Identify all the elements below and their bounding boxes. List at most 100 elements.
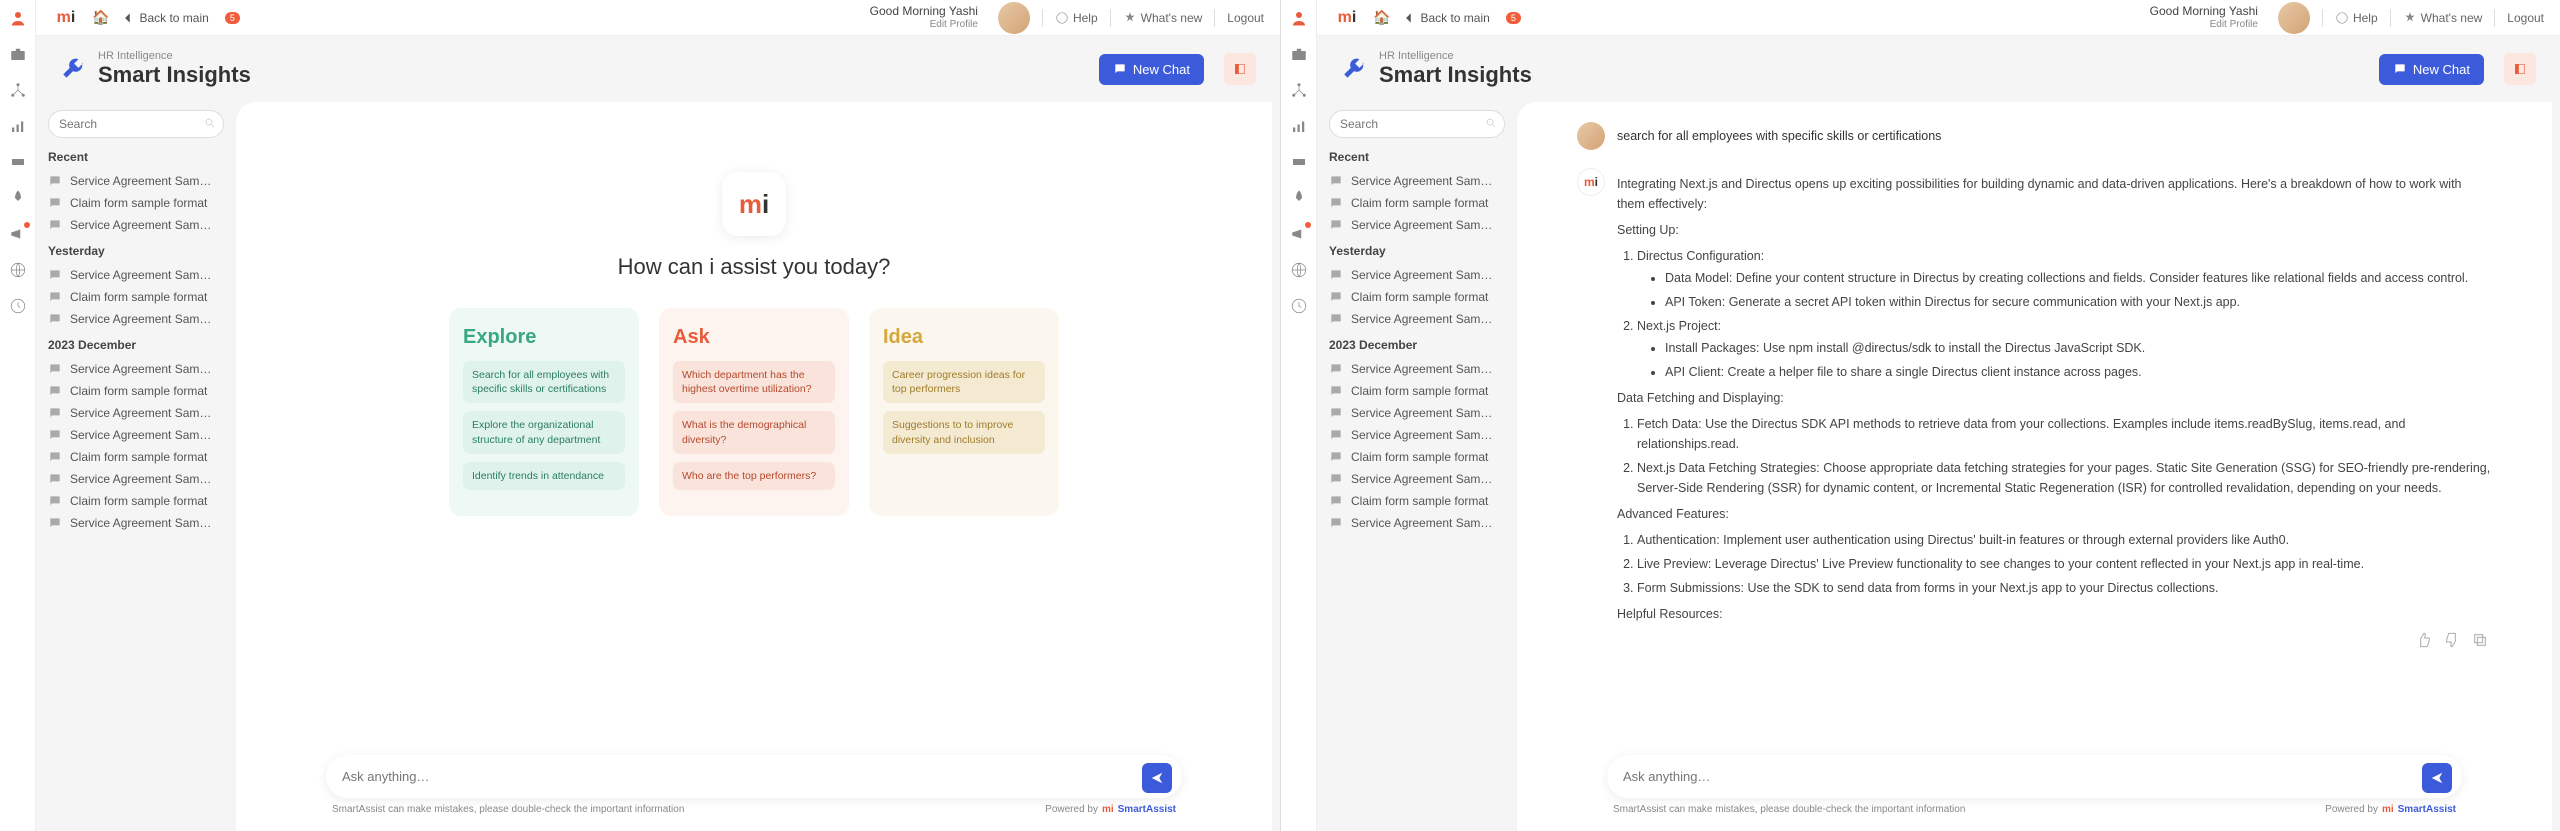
nav-ticket-icon[interactable]	[8, 152, 28, 172]
history-item[interactable]: Claim form sample format	[1329, 446, 1505, 468]
help-link[interactable]: Help	[2335, 11, 2378, 25]
page-title: Smart Insights	[98, 62, 251, 88]
thumbs-down-icon[interactable]	[2444, 632, 2460, 648]
wrench-icon	[60, 56, 86, 82]
panel-toggle-button[interactable]	[1224, 53, 1256, 85]
page-subtitle: HR Intelligence	[98, 50, 251, 62]
logout-link[interactable]: Logout	[1227, 11, 1264, 25]
history-item[interactable]: Service Agreement Sam…	[1329, 512, 1505, 534]
nav-megaphone-icon[interactable]	[8, 224, 28, 244]
send-button[interactable]	[1142, 763, 1172, 793]
nav-globe-icon[interactable]	[8, 260, 28, 280]
search-icon	[204, 117, 216, 129]
history-item[interactable]: Service Agreement Sam…	[48, 468, 224, 490]
bot-avatar: mi	[1577, 168, 1605, 196]
whats-new-link[interactable]: What's new	[2403, 11, 2483, 25]
history-item[interactable]: Service Agreement Sam…	[1329, 402, 1505, 424]
powered-by: Powered by mi SmartAssist	[1045, 804, 1176, 815]
user-avatar[interactable]	[998, 2, 1030, 34]
history-item[interactable]: Service Agreement Sam…	[48, 402, 224, 424]
history-item[interactable]: Service Agreement Sam…	[48, 214, 224, 236]
history-item[interactable]: Claim form sample format	[48, 192, 224, 214]
suggestion-pill[interactable]: Which department has the highest overtim…	[673, 361, 835, 403]
back-button[interactable]: Back to main	[121, 11, 208, 25]
search-icon	[1485, 117, 1497, 129]
nav-rocket-icon[interactable]	[8, 188, 28, 208]
nav-clock-icon[interactable]	[8, 296, 28, 316]
history-item[interactable]: Service Agreement Sam…	[1329, 264, 1505, 286]
copy-icon[interactable]	[2472, 632, 2488, 648]
chat-input[interactable]	[326, 755, 1182, 798]
page-header: HR Intelligence Smart Insights New Chat	[36, 36, 1280, 102]
back-button[interactable]: Back to main	[1402, 11, 1489, 25]
thumbs-up-icon[interactable]	[2416, 632, 2432, 648]
history-item[interactable]: Service Agreement Sam…	[1329, 358, 1505, 380]
search-input[interactable]	[1329, 110, 1505, 138]
logout-link[interactable]: Logout	[2507, 11, 2544, 25]
nav-bars-icon[interactable]	[1289, 116, 1309, 136]
nav-rocket-icon[interactable]	[1289, 188, 1309, 208]
nav-briefcase-icon[interactable]	[8, 44, 28, 64]
history-item[interactable]: Service Agreement Sam…	[48, 358, 224, 380]
suggestion-pill[interactable]: Identify trends in attendance	[463, 462, 625, 490]
nav-user-icon[interactable]	[1289, 8, 1309, 28]
chat-input[interactable]	[1607, 755, 2462, 798]
history-item[interactable]: Service Agreement Sam…	[48, 512, 224, 534]
whats-new-link[interactable]: What's new	[1123, 11, 1203, 25]
powered-by: Powered by mi SmartAssist	[2325, 804, 2456, 815]
history-item[interactable]: Claim form sample format	[48, 380, 224, 402]
notification-badge[interactable]: 5	[225, 12, 240, 24]
nav-megaphone-icon[interactable]	[1289, 224, 1309, 244]
nav-org-icon[interactable]	[1289, 80, 1309, 100]
feedback-row	[1617, 632, 2492, 648]
home-icon[interactable]: 🏠	[1373, 9, 1390, 26]
user-avatar[interactable]	[2278, 2, 2310, 34]
suggestion-pill[interactable]: Who are the top performers?	[673, 462, 835, 490]
history-item[interactable]: Service Agreement Sam…	[1329, 424, 1505, 446]
new-chat-button[interactable]: New Chat	[2379, 54, 2484, 85]
history-item[interactable]: Claim form sample format	[1329, 490, 1505, 512]
history-item[interactable]: Service Agreement Sam…	[1329, 170, 1505, 192]
history-item[interactable]: Claim form sample format	[1329, 192, 1505, 214]
suggestion-pill[interactable]: Suggestions to to improve diversity and …	[883, 411, 1045, 453]
user-message: search for all employees with specific s…	[1577, 122, 2492, 150]
search-input[interactable]	[48, 110, 224, 138]
history-item[interactable]: Claim form sample format	[48, 286, 224, 308]
suggestion-pill[interactable]: Search for all employees with specific s…	[463, 361, 625, 403]
edit-profile-link[interactable]: Edit Profile	[2150, 19, 2258, 31]
bot-text: Integrating Next.js and Directus opens u…	[1617, 168, 2492, 648]
history-group-title: Yesterday	[48, 244, 224, 258]
edit-profile-link[interactable]: Edit Profile	[870, 19, 978, 31]
history-item[interactable]: Service Agreement Sam…	[1329, 214, 1505, 236]
history-item[interactable]: Service Agreement Sam…	[48, 170, 224, 192]
nav-briefcase-icon[interactable]	[1289, 44, 1309, 64]
suggestion-pill[interactable]: Career progression ideas for top perform…	[883, 361, 1045, 403]
nav-bars-icon[interactable]	[8, 116, 28, 136]
history-item[interactable]: Service Agreement Sam…	[48, 264, 224, 286]
notification-badge[interactable]: 5	[1506, 12, 1521, 24]
history-item[interactable]: Service Agreement Sam…	[48, 308, 224, 330]
history-item[interactable]: Claim form sample format	[1329, 286, 1505, 308]
history-item[interactable]: Service Agreement Sam…	[48, 424, 224, 446]
history-item[interactable]: Service Agreement Sam…	[1329, 308, 1505, 330]
topbar: mi 🏠 Back to main 5 Good Morning Yashi E…	[36, 0, 1280, 36]
new-chat-button[interactable]: New Chat	[1099, 54, 1204, 85]
history-item[interactable]: Claim form sample format	[1329, 380, 1505, 402]
suggestion-pill[interactable]: Explore the organizational structure of …	[463, 411, 625, 453]
history-item[interactable]: Claim form sample format	[48, 490, 224, 512]
nav-globe-icon[interactable]	[1289, 260, 1309, 280]
user-avatar-small	[1577, 122, 1605, 150]
help-link[interactable]: Help	[1055, 11, 1098, 25]
history-item[interactable]: Service Agreement Sam…	[1329, 468, 1505, 490]
nav-clock-icon[interactable]	[1289, 296, 1309, 316]
history-item[interactable]: Claim form sample format	[48, 446, 224, 468]
nav-ticket-icon[interactable]	[1289, 152, 1309, 172]
history-group-title: 2023 December	[1329, 338, 1505, 352]
nav-org-icon[interactable]	[8, 80, 28, 100]
suggestion-pill[interactable]: What is the demographical diversity?	[673, 411, 835, 453]
nav-user-icon[interactable]	[8, 8, 28, 28]
panel-toggle-button[interactable]	[2504, 53, 2536, 85]
send-button[interactable]	[2422, 763, 2452, 793]
home-icon[interactable]: 🏠	[92, 9, 109, 26]
main-content: search for all employees with specific s…	[1517, 102, 2552, 831]
